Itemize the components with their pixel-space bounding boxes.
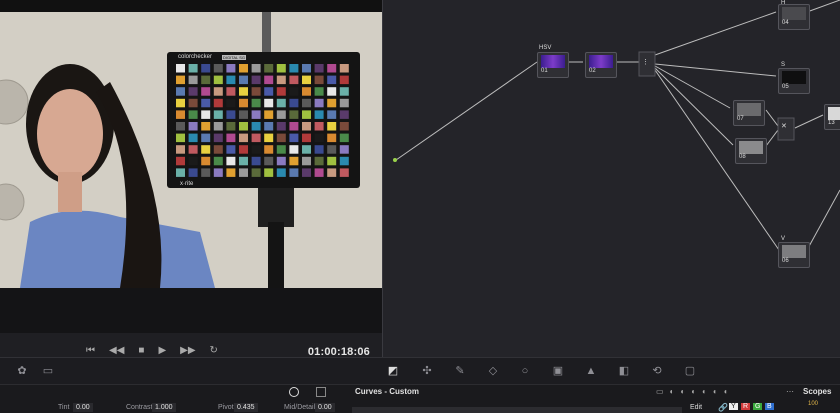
pivot-value[interactable]: 0.435 xyxy=(234,403,258,412)
tint-label: Tint xyxy=(58,404,70,411)
node-01[interactable]: 01 xyxy=(537,52,569,78)
node-number: 02 xyxy=(589,68,596,74)
viewer-topbar xyxy=(0,0,382,12)
reset-icon[interactable] xyxy=(289,387,299,397)
node-number: 01 xyxy=(541,68,548,74)
chart-logo: x·rite xyxy=(180,181,194,187)
node-01-name: HSV xyxy=(539,45,552,51)
chart-brand-label: colorchecker xyxy=(178,54,213,60)
node-number: 13 xyxy=(828,120,835,126)
node-number: 07 xyxy=(737,116,744,122)
splitter-node-icon[interactable]: ⋮ xyxy=(642,58,649,66)
node-02[interactable]: 02 xyxy=(585,52,617,78)
play-icon[interactable]: ▶ xyxy=(158,345,166,356)
combiner-node-icon[interactable]: ✕ xyxy=(781,122,787,130)
scope-value: 100 xyxy=(808,401,819,407)
mid-detail-label: Mid/Detail xyxy=(284,404,316,411)
node-thumbnail xyxy=(737,103,761,116)
contrast-label: Contrast xyxy=(126,404,153,411)
b-channel-chip[interactable]: B xyxy=(765,403,774,410)
y-channel-chip[interactable]: Y xyxy=(729,403,738,410)
pivot-label: Pivot xyxy=(218,404,234,411)
node-number: 08 xyxy=(739,154,746,160)
node-number: 04 xyxy=(782,20,789,26)
node-thumbnail xyxy=(828,107,840,120)
chart-sub-label: DIGITAL SG xyxy=(222,55,247,60)
bottom-controls: Tint 0.00 Contrast 1.000 Pivot 0.435 Mid… xyxy=(0,384,840,413)
raw-icon[interactable]: ▭ xyxy=(41,364,55,378)
node-thumbnail xyxy=(589,55,613,68)
node-04[interactable]: 04 xyxy=(778,4,810,30)
node-thumbnail xyxy=(782,7,806,20)
node-thumbnail xyxy=(541,55,565,68)
magic-mask-icon[interactable]: ▣ xyxy=(551,364,565,378)
sizing-icon[interactable]: ⟲ xyxy=(650,364,664,378)
stop-icon[interactable]: ■ xyxy=(138,345,144,356)
skip-to-end-icon[interactable]: ▶▶ xyxy=(180,345,195,356)
node-06[interactable]: 06 xyxy=(778,242,810,268)
qualifier-icon[interactable]: ✎ xyxy=(453,364,467,378)
window-icon[interactable]: ◇ xyxy=(486,364,500,378)
tracker-icon[interactable]: ○ xyxy=(518,364,532,378)
warper-icon[interactable]: ✣ xyxy=(420,364,434,378)
viewer-video-frame[interactable]: colorchecker DIGITAL SG x·rite xyxy=(0,12,382,288)
node-graph[interactable]: ⋮ ✕ HSV 01 02 H 04 S 05 07 08 13 V 06 xyxy=(383,0,840,357)
contrast-value[interactable]: 1.000 xyxy=(152,403,176,412)
node-number: 05 xyxy=(782,84,789,90)
r-channel-chip[interactable]: R xyxy=(741,403,751,410)
edit-label: Edit xyxy=(690,404,703,411)
node-05[interactable]: 05 xyxy=(778,68,810,94)
node-number: 06 xyxy=(782,258,789,264)
loop-icon[interactable]: ↻ xyxy=(210,345,218,356)
viewer-panel: colorchecker DIGITAL SG x·rite ⏮ ◀◀ ■ ▶ … xyxy=(0,0,382,358)
curves-graph[interactable] xyxy=(352,407,682,413)
link-icon[interactable]: 🔗 xyxy=(718,403,728,412)
palette-toolbar: ✿ ▭ ◩ ✣ ✎ ◇ ○ ▣ ▲ ◧ ⟲ ▢ xyxy=(0,357,840,385)
key-icon[interactable]: ◧ xyxy=(617,364,631,378)
node-08[interactable]: 08 xyxy=(735,138,767,164)
transport-controls: ⏮ ◀◀ ■ ▶ ▶▶ ↻ xyxy=(86,345,218,356)
curves-icon[interactable]: ◩ xyxy=(386,364,400,378)
more-options-icon[interactable]: ⋯ xyxy=(786,387,794,396)
mid-detail-value[interactable]: 0.00 xyxy=(315,403,335,412)
node-thumbnail xyxy=(782,71,806,84)
node-13[interactable]: 13 xyxy=(824,104,840,130)
3d-icon[interactable]: ▢ xyxy=(683,364,697,378)
reverse-icon[interactable]: ◀◀ xyxy=(109,345,124,356)
blur-icon[interactable]: ▲ xyxy=(584,364,598,378)
g-channel-chip[interactable]: G xyxy=(753,403,763,410)
node-thumbnail xyxy=(782,245,806,258)
node-07[interactable]: 07 xyxy=(733,100,765,126)
scopes-label: Scopes xyxy=(803,387,832,396)
options-icon[interactable] xyxy=(316,387,326,397)
curves-title: Curves - Custom xyxy=(355,387,420,396)
color-wheels-icon[interactable]: ✿ xyxy=(15,364,29,378)
tint-value[interactable]: 0.00 xyxy=(73,403,93,412)
skip-to-start-icon[interactable]: ⏮ xyxy=(86,345,95,356)
node-thumbnail xyxy=(739,141,763,154)
curves-mode-icons[interactable]: ▭◐◐◐◐◐◐ xyxy=(656,387,735,396)
